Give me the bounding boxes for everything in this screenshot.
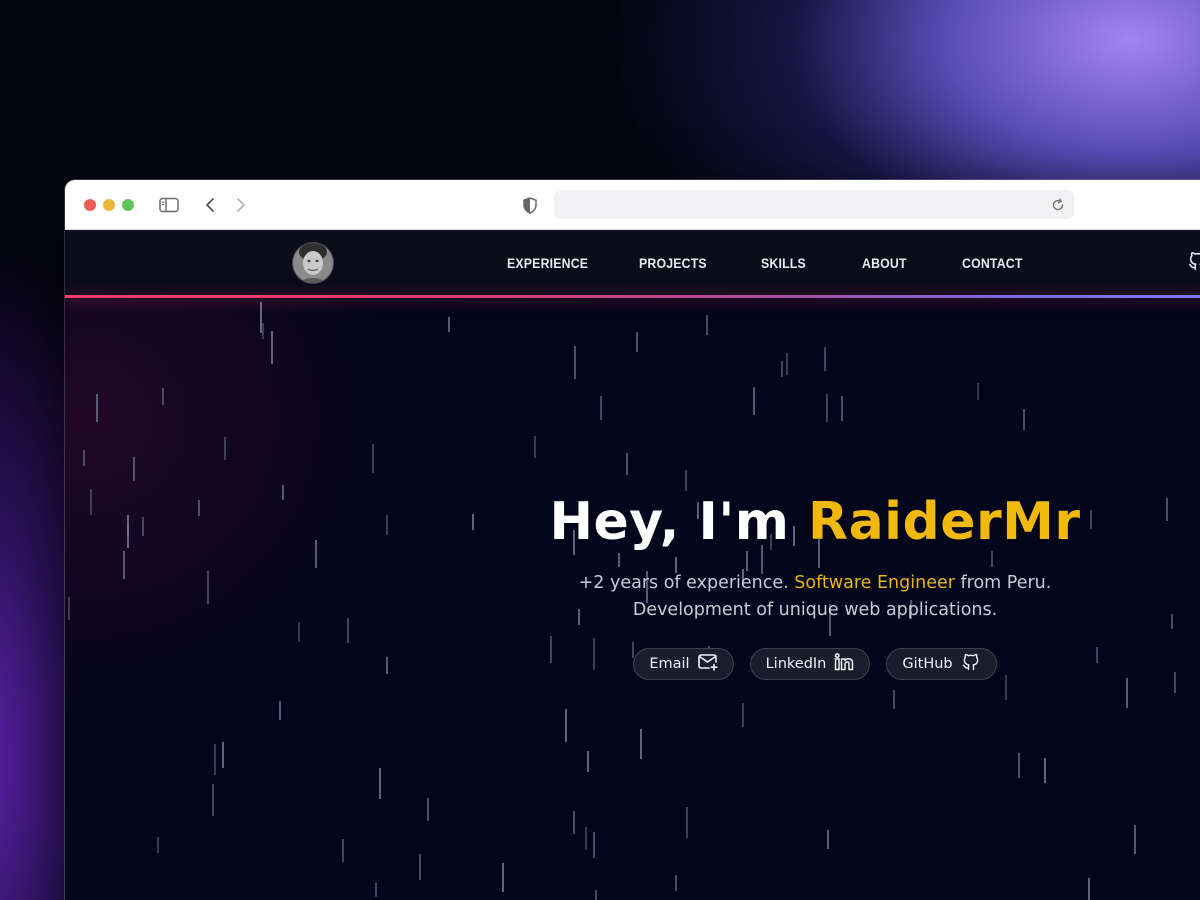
hero-title: Hey, I'm RaiderMr — [415, 492, 1200, 552]
nav-link-contact[interactable]: CONTACT — [962, 255, 1023, 271]
github-icon — [961, 652, 981, 676]
github-button-label: GitHub — [902, 656, 953, 672]
forward-icon[interactable] — [229, 193, 253, 217]
hero-title-prefix: Hey, I'm — [549, 492, 809, 552]
maximize-window-button[interactable] — [122, 199, 134, 211]
hero-description-line2: Development of unique web applications. — [632, 600, 998, 620]
header-glow-divider — [65, 295, 1200, 298]
browser-window: EXPERIENCE PROJECTS SKILLS ABOUT CONTACT… — [65, 180, 1200, 900]
close-window-button[interactable] — [84, 199, 96, 211]
back-icon[interactable] — [198, 193, 222, 217]
email-button[interactable]: Email — [633, 648, 734, 680]
hero-text-highlight: Software Engineer — [794, 573, 955, 593]
reload-icon[interactable] — [1046, 193, 1070, 217]
hero-text-before: +2 years of experience. — [578, 573, 795, 593]
hero-section: Hey, I'm RaiderMr +2 years of experience… — [415, 492, 1200, 680]
sidebar-toggle-icon[interactable] — [157, 193, 181, 217]
address-bar[interactable] — [554, 190, 1074, 219]
hero-description: +2 years of experience. Software Enginee… — [415, 570, 1200, 624]
shield-icon[interactable] — [518, 193, 542, 217]
browser-toolbar — [65, 180, 1200, 230]
github-icon[interactable] — [1187, 250, 1200, 276]
linkedin-button[interactable]: LinkedIn — [749, 648, 871, 680]
nav-link-experience[interactable]: EXPERIENCE — [507, 255, 588, 271]
site-header: EXPERIENCE PROJECTS SKILLS ABOUT CONTACT — [65, 230, 1200, 296]
nav-link-about[interactable]: ABOUT — [862, 255, 907, 271]
main-nav: EXPERIENCE PROJECTS SKILLS ABOUT CONTACT — [65, 255, 1200, 275]
portfolio-site: EXPERIENCE PROJECTS SKILLS ABOUT CONTACT… — [65, 230, 1200, 900]
nav-link-skills[interactable]: SKILLS — [761, 255, 806, 271]
github-button[interactable]: GitHub — [886, 648, 997, 680]
hero-social-buttons: Email LinkedIn GitHub — [415, 648, 1200, 680]
mail-icon — [697, 653, 718, 675]
email-button-label: Email — [649, 656, 690, 672]
minimize-window-button[interactable] — [103, 199, 115, 211]
hero-text-after: from Peru. — [954, 573, 1052, 593]
desktop-background: EXPERIENCE PROJECTS SKILLS ABOUT CONTACT… — [0, 0, 1200, 900]
linkedin-button-label: LinkedIn — [765, 656, 827, 672]
linkedin-icon — [834, 653, 854, 675]
hero-description-line1: +2 years of experience. Software Enginee… — [415, 570, 1200, 597]
nav-link-projects[interactable]: PROJECTS — [639, 255, 707, 271]
hero-name: RaiderMr — [808, 492, 1081, 552]
